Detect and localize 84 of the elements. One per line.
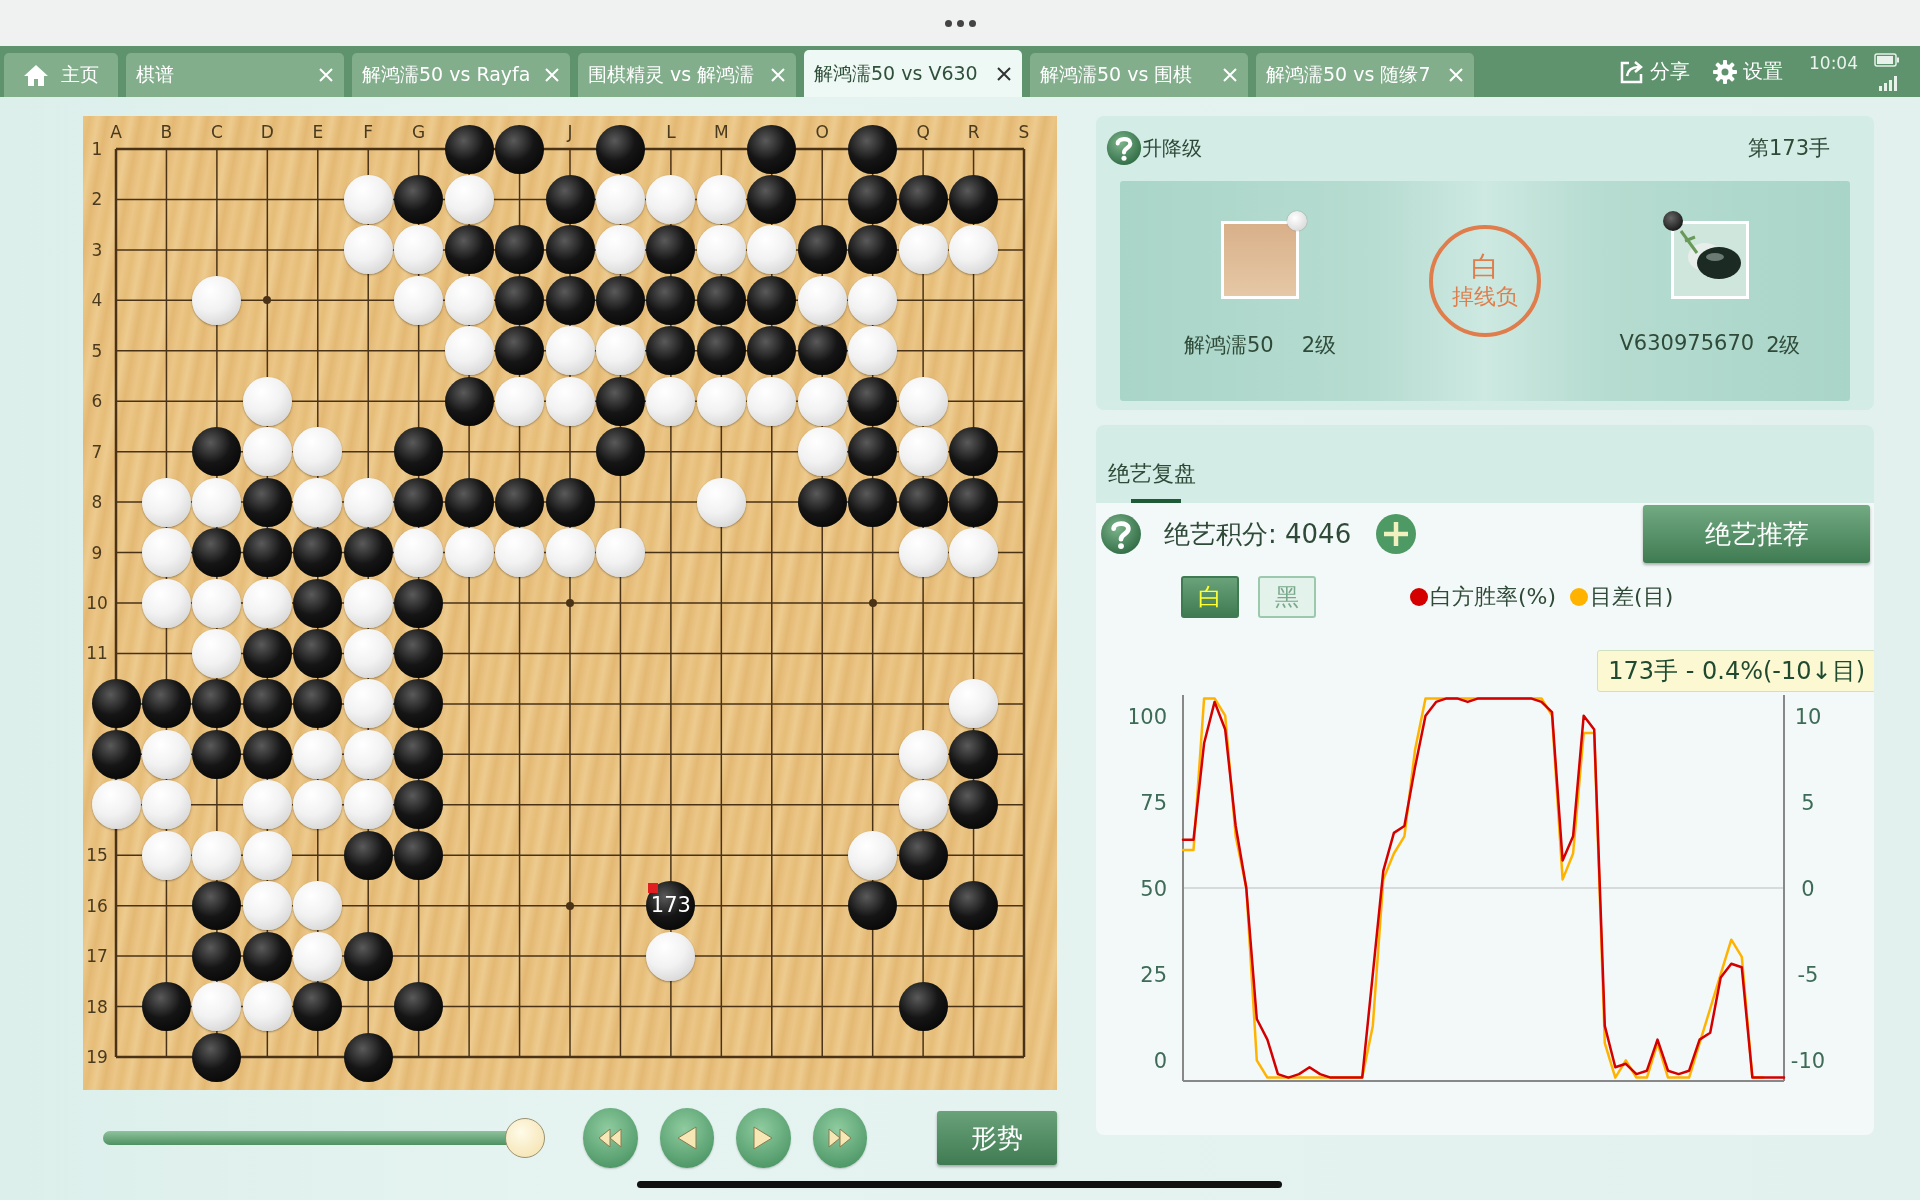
section-title: 升降级 bbox=[1142, 134, 1202, 162]
side-toggle-button[interactable]: 白 bbox=[1181, 576, 1239, 618]
home-icon bbox=[23, 63, 49, 87]
column-label: S bbox=[1017, 122, 1031, 142]
row-label: 5 bbox=[90, 340, 104, 361]
tab[interactable]: 解鸿濡50 vs 随缘7 bbox=[1256, 53, 1474, 97]
column-label: Q bbox=[915, 122, 931, 142]
last-move-marker bbox=[648, 883, 659, 894]
tab[interactable]: 解鸿濡50 vs 围棋 bbox=[1030, 53, 1248, 97]
row-label: 2 bbox=[90, 189, 104, 210]
y-tick-label: -10 bbox=[1790, 1049, 1826, 1074]
chart-tooltip: 173手 - 0.4%(-10↓目) bbox=[1597, 650, 1874, 692]
rewind-button[interactable] bbox=[583, 1108, 638, 1168]
move-count: 第173手 bbox=[1747, 135, 1830, 162]
column-label: J bbox=[565, 122, 574, 142]
close-icon[interactable] bbox=[996, 65, 1012, 82]
row-label: 19 bbox=[85, 1047, 109, 1067]
row-label: 8 bbox=[90, 492, 104, 513]
tab[interactable]: 围棋精灵 vs 解鸿濡 bbox=[578, 53, 796, 97]
recommend-button[interactable]: 绝艺推荐 bbox=[1643, 505, 1870, 563]
result-reason: 掉线负 bbox=[1452, 283, 1518, 311]
y-tick-label: 10 bbox=[1794, 704, 1822, 729]
row-label: 9 bbox=[90, 542, 104, 563]
tab[interactable]: 解鸿濡50 vs V630 bbox=[804, 50, 1022, 97]
row-label: 18 bbox=[85, 996, 109, 1017]
position-button[interactable]: 形势 bbox=[937, 1111, 1057, 1165]
y-tick-label: 5 bbox=[1801, 790, 1815, 815]
player-rank: 2级 bbox=[1766, 332, 1801, 359]
battery-icon bbox=[1874, 52, 1900, 67]
settings-button[interactable]: 设置 bbox=[1712, 58, 1783, 85]
next-button[interactable] bbox=[736, 1108, 791, 1168]
row-label: 3 bbox=[90, 239, 104, 260]
column-label: R bbox=[966, 122, 981, 142]
slider-thumb[interactable] bbox=[505, 1118, 545, 1158]
y-tick-label: 100 bbox=[1130, 704, 1167, 729]
column-label: L bbox=[665, 122, 677, 142]
column-label: O bbox=[814, 122, 830, 142]
y-tick-label: 75 bbox=[1140, 790, 1167, 815]
column-label: F bbox=[362, 122, 375, 142]
column-label: A bbox=[109, 122, 123, 142]
y-tick-label: 0 bbox=[1153, 1049, 1167, 1074]
tab[interactable]: 绝艺复盘 bbox=[1108, 459, 1196, 503]
column-label: G bbox=[411, 122, 427, 142]
fast-forward-button[interactable] bbox=[812, 1108, 868, 1168]
settings-icon[interactable] bbox=[1712, 58, 1738, 85]
side-toggle-button[interactable]: 黑 bbox=[1258, 576, 1316, 618]
row-label: 16 bbox=[85, 895, 109, 916]
y-tick-label: -5 bbox=[1797, 963, 1819, 988]
more-options-icon[interactable] bbox=[944, 19, 976, 27]
score-text: 绝艺积分: 4046 bbox=[1164, 517, 1352, 551]
row-label: 15 bbox=[85, 845, 109, 866]
signal-icon bbox=[1878, 74, 1900, 91]
row-label: 1 bbox=[90, 139, 104, 159]
tab[interactable]: 主页 bbox=[4, 53, 118, 97]
column-label: C bbox=[209, 122, 224, 142]
legend-label: 目差(目) bbox=[1590, 583, 1674, 611]
help-icon[interactable] bbox=[1106, 130, 1142, 166]
y-tick-label: 50 bbox=[1140, 877, 1167, 901]
row-label: 4 bbox=[90, 290, 104, 311]
previous-button[interactable] bbox=[659, 1108, 715, 1168]
add-icon[interactable] bbox=[1375, 513, 1418, 555]
row-label: 10 bbox=[85, 593, 109, 613]
row-label: 6 bbox=[90, 391, 104, 412]
row-label: 7 bbox=[90, 441, 104, 462]
share-button[interactable]: 分享 bbox=[1619, 58, 1690, 85]
player-rank: 2级 bbox=[1301, 332, 1337, 359]
move-number: 173 bbox=[649, 892, 692, 920]
player-name: 解鸿濡50 bbox=[1183, 332, 1274, 359]
share-icon[interactable] bbox=[1619, 58, 1645, 85]
legend-label: 白方胜率(%) bbox=[1430, 583, 1557, 611]
help-icon[interactable] bbox=[1100, 513, 1142, 555]
row-label: 17 bbox=[85, 946, 109, 967]
tab[interactable]: 解鸿濡50 vs Rayfa bbox=[352, 53, 570, 97]
column-label: D bbox=[259, 122, 275, 142]
column-label: B bbox=[159, 122, 174, 142]
clock-time: 10:04 bbox=[1809, 52, 1858, 73]
tab[interactable]: 棋谱 bbox=[126, 53, 344, 97]
column-label: M bbox=[713, 122, 730, 142]
row-label: 11 bbox=[85, 643, 109, 664]
column-label: E bbox=[311, 122, 325, 142]
result-side: 白 bbox=[1471, 251, 1499, 283]
y-tick-label: 0 bbox=[1801, 877, 1815, 901]
player-name: V630975670 bbox=[1619, 331, 1755, 357]
y-tick-label: 25 bbox=[1140, 963, 1167, 988]
